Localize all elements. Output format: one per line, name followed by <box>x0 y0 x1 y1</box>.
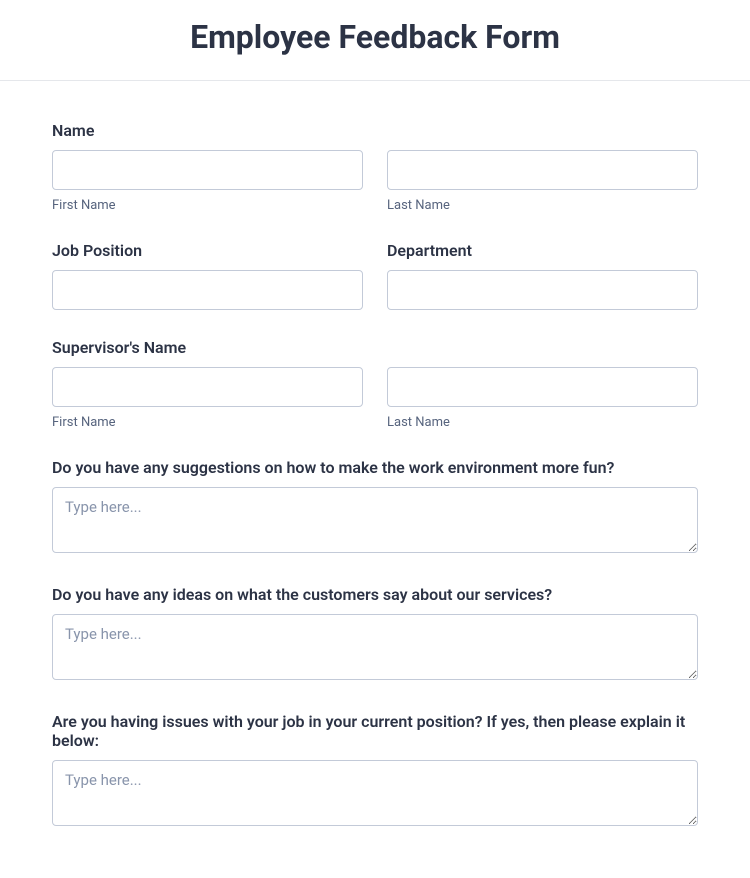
supervisor-row: First Name Last Name <box>52 367 698 430</box>
form-title: Employee Feedback Form <box>0 18 750 56</box>
form-header: Employee Feedback Form <box>0 0 750 81</box>
supervisor-last-col: Last Name <box>387 367 698 430</box>
q2-label: Do you have any ideas on what the custom… <box>52 585 698 604</box>
form-body: Name First Name Last Name Job Position D… <box>0 81 750 878</box>
q3-group: Are you having issues with your job in y… <box>52 712 698 830</box>
department-label: Department <box>387 241 698 260</box>
first-name-input[interactable] <box>52 150 363 190</box>
q2-textarea[interactable] <box>52 614 698 680</box>
first-name-sublabel: First Name <box>52 198 363 213</box>
supervisor-first-name-sublabel: First Name <box>52 415 363 430</box>
supervisor-last-name-input[interactable] <box>387 367 698 407</box>
q1-label: Do you have any suggestions on how to ma… <box>52 458 698 477</box>
supervisor-first-col: First Name <box>52 367 363 430</box>
last-name-input[interactable] <box>387 150 698 190</box>
supervisor-first-name-input[interactable] <box>52 367 363 407</box>
job-row: Job Position Department <box>52 241 698 310</box>
department-col: Department <box>387 241 698 310</box>
job-position-input[interactable] <box>52 270 363 310</box>
name-group: Name First Name Last Name <box>52 121 698 213</box>
q3-label: Are you having issues with your job in y… <box>52 712 698 750</box>
q1-textarea[interactable] <box>52 487 698 553</box>
name-last-col: Last Name <box>387 150 698 213</box>
name-first-col: First Name <box>52 150 363 213</box>
job-position-col: Job Position <box>52 241 363 310</box>
supervisor-group: Supervisor's Name First Name Last Name <box>52 338 698 430</box>
last-name-sublabel: Last Name <box>387 198 698 213</box>
job-group: Job Position Department <box>52 241 698 310</box>
q3-textarea[interactable] <box>52 760 698 826</box>
supervisor-label: Supervisor's Name <box>52 338 698 357</box>
name-row: First Name Last Name <box>52 150 698 213</box>
job-position-label: Job Position <box>52 241 363 260</box>
q1-group: Do you have any suggestions on how to ma… <box>52 458 698 557</box>
supervisor-last-name-sublabel: Last Name <box>387 415 698 430</box>
q2-group: Do you have any ideas on what the custom… <box>52 585 698 684</box>
department-input[interactable] <box>387 270 698 310</box>
name-label: Name <box>52 121 698 140</box>
